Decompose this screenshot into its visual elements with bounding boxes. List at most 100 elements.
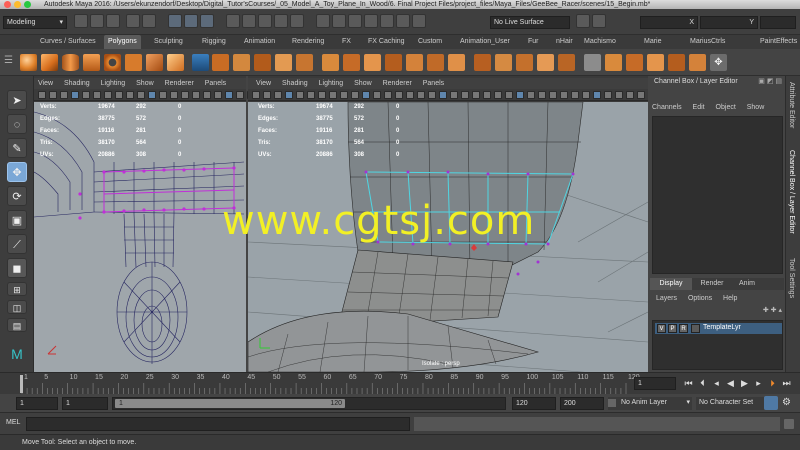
snap-view-plane-icon[interactable]	[274, 14, 288, 28]
panel-menu-shading[interactable]: Shading	[64, 80, 90, 87]
panel-toolbar-icon[interactable]	[461, 91, 469, 99]
rotate-tool-icon[interactable]: ⟳	[7, 186, 27, 206]
panel-toolbar-icon[interactable]	[516, 91, 524, 99]
super-shape-icon[interactable]	[192, 54, 209, 71]
panel-toolbar-icon[interactable]	[296, 91, 304, 99]
shelf-tab-rigging[interactable]: Rigging	[198, 35, 230, 49]
layout-uv-icon[interactable]: ✥	[710, 54, 727, 71]
unfold-icon[interactable]	[689, 54, 706, 71]
command-input[interactable]	[26, 417, 410, 431]
layer-row[interactable]: V P R TemplateLyr	[655, 323, 782, 334]
undo-icon[interactable]	[126, 14, 140, 28]
tab-anim[interactable]: Anim	[730, 278, 764, 290]
uv-editor-icon[interactable]	[584, 54, 601, 71]
shelf-tab-machismo[interactable]: Machismo	[580, 35, 620, 49]
four-view-layout-icon[interactable]: ⊞	[7, 282, 27, 296]
multi-cut-icon[interactable]	[474, 54, 491, 71]
panel-toolbar-icon[interactable]	[214, 91, 222, 99]
open-scene-icon[interactable]	[90, 14, 104, 28]
panel-toolbar-icon[interactable]	[560, 91, 568, 99]
new-layer-selected-icon[interactable]: ✚	[771, 307, 777, 314]
layer-playback-toggle[interactable]: P	[668, 324, 677, 333]
shelf-tab-nhair[interactable]: nHair	[552, 35, 577, 49]
make-live-icon[interactable]	[290, 14, 304, 28]
range-bar[interactable]: 1 120	[112, 397, 506, 410]
panel-toolbar-icon[interactable]	[329, 91, 337, 99]
x-field[interactable]: X	[640, 16, 698, 29]
object-menu[interactable]: Object	[716, 104, 736, 111]
panel-toolbar-icon[interactable]	[527, 91, 535, 99]
animation-end-field[interactable]: 200	[560, 397, 604, 410]
panel-toolbar-icon[interactable]	[38, 91, 46, 99]
panel-toolbar-icon[interactable]	[439, 91, 447, 99]
play-forwards-icon[interactable]: ▶	[738, 377, 751, 390]
panel-toolbar-icon[interactable]	[384, 91, 392, 99]
panel-toolbar-icon[interactable]	[236, 91, 244, 99]
panel-toolbar-icon[interactable]	[472, 91, 480, 99]
panel-toolbar-icon[interactable]	[406, 91, 414, 99]
tool-settings-tab[interactable]: Tool Settings	[788, 258, 795, 298]
shelf-tab-animation[interactable]: Animation	[240, 35, 279, 49]
panel-menu-renderer[interactable]: Renderer	[383, 80, 412, 87]
panel-toolbar-icon[interactable]	[285, 91, 293, 99]
move-tool-icon[interactable]: ✥	[7, 162, 27, 182]
save-scene-icon[interactable]	[106, 14, 120, 28]
snap-point-icon[interactable]	[258, 14, 272, 28]
shelf-tab-custom[interactable]: Custom	[414, 35, 446, 49]
combine-icon[interactable]	[212, 54, 229, 71]
select-by-hierarchy-icon[interactable]	[168, 14, 182, 28]
attribute-editor-tab[interactable]: Attribute Editor	[788, 82, 795, 128]
panel-toolbar-icon[interactable]	[170, 91, 178, 99]
panel-menu-view[interactable]: View	[256, 80, 271, 87]
cut-uv-icon[interactable]	[647, 54, 664, 71]
snap-grid-icon[interactable]	[226, 14, 240, 28]
animation-start-field[interactable]: 1	[16, 397, 58, 410]
edit-menu[interactable]: Edit	[693, 104, 705, 111]
render-current-icon[interactable]	[348, 14, 362, 28]
layer-visibility-toggle[interactable]: V	[657, 324, 666, 333]
panel-toolbar-icon[interactable]	[549, 91, 557, 99]
channel-box-tab[interactable]: Channel Box / Layer Editor	[788, 150, 795, 234]
panel-menu-shading[interactable]: Shading	[282, 80, 308, 87]
range-bar-handle[interactable]: 1 120	[115, 399, 345, 408]
persp-outliner-layout-icon[interactable]: ▤	[7, 318, 27, 332]
poly-cylinder-icon[interactable]	[62, 54, 79, 71]
target-weld-icon[interactable]	[448, 54, 465, 71]
panel-toolbar-icon[interactable]	[252, 91, 260, 99]
panel-toolbar-icon[interactable]	[362, 91, 370, 99]
step-back-icon[interactable]: ⏴	[696, 377, 709, 390]
panel-toolbar-icon[interactable]	[428, 91, 436, 99]
panel-toolbar-icon[interactable]	[318, 91, 326, 99]
tab-render[interactable]: Render	[694, 278, 730, 290]
panel-toolbar-icon[interactable]	[274, 91, 282, 99]
playback-start-field[interactable]: 1	[62, 397, 108, 410]
shelf-tab-mariusctrls[interactable]: MariusCtrls	[686, 35, 729, 49]
panel-toolbar-icon[interactable]	[126, 91, 134, 99]
shelf-tab-fx[interactable]: FX	[338, 35, 355, 49]
script-editor-icon[interactable]	[784, 419, 794, 429]
panel-toolbar-icon[interactable]	[615, 91, 623, 99]
panel-menu-lighting[interactable]: Lighting	[101, 80, 126, 87]
input-mode-icon[interactable]	[592, 14, 606, 28]
shelf-tab-animation-user[interactable]: Animation_User	[456, 35, 514, 49]
redo-icon[interactable]	[142, 14, 156, 28]
go-to-start-icon[interactable]: ⏮	[682, 377, 695, 390]
layer-reference-toggle[interactable]: R	[679, 324, 688, 333]
panel-toolbar-icon[interactable]	[505, 91, 513, 99]
step-forward-icon[interactable]: ⏵	[766, 377, 779, 390]
shelf-tab-rendering[interactable]: Rendering	[288, 35, 328, 49]
playback-end-field[interactable]: 120	[512, 397, 556, 410]
render-settings-icon[interactable]	[380, 14, 394, 28]
scale-tool-icon[interactable]: ▣	[7, 210, 27, 230]
y-field[interactable]: Y	[700, 16, 758, 29]
poly-torus-icon[interactable]	[104, 54, 121, 71]
z-field[interactable]	[760, 16, 796, 29]
sew-uv-icon[interactable]	[668, 54, 685, 71]
symmetry-icon[interactable]	[576, 14, 590, 28]
minimize-window-icon[interactable]	[14, 1, 21, 8]
panel-menu-panels[interactable]: Panels	[423, 80, 444, 87]
options-menu[interactable]: Options	[688, 295, 712, 302]
show-menu[interactable]: Show	[747, 104, 765, 111]
shelf-tab-fur[interactable]: Fur	[524, 35, 543, 49]
current-time-indicator[interactable]	[20, 375, 23, 393]
